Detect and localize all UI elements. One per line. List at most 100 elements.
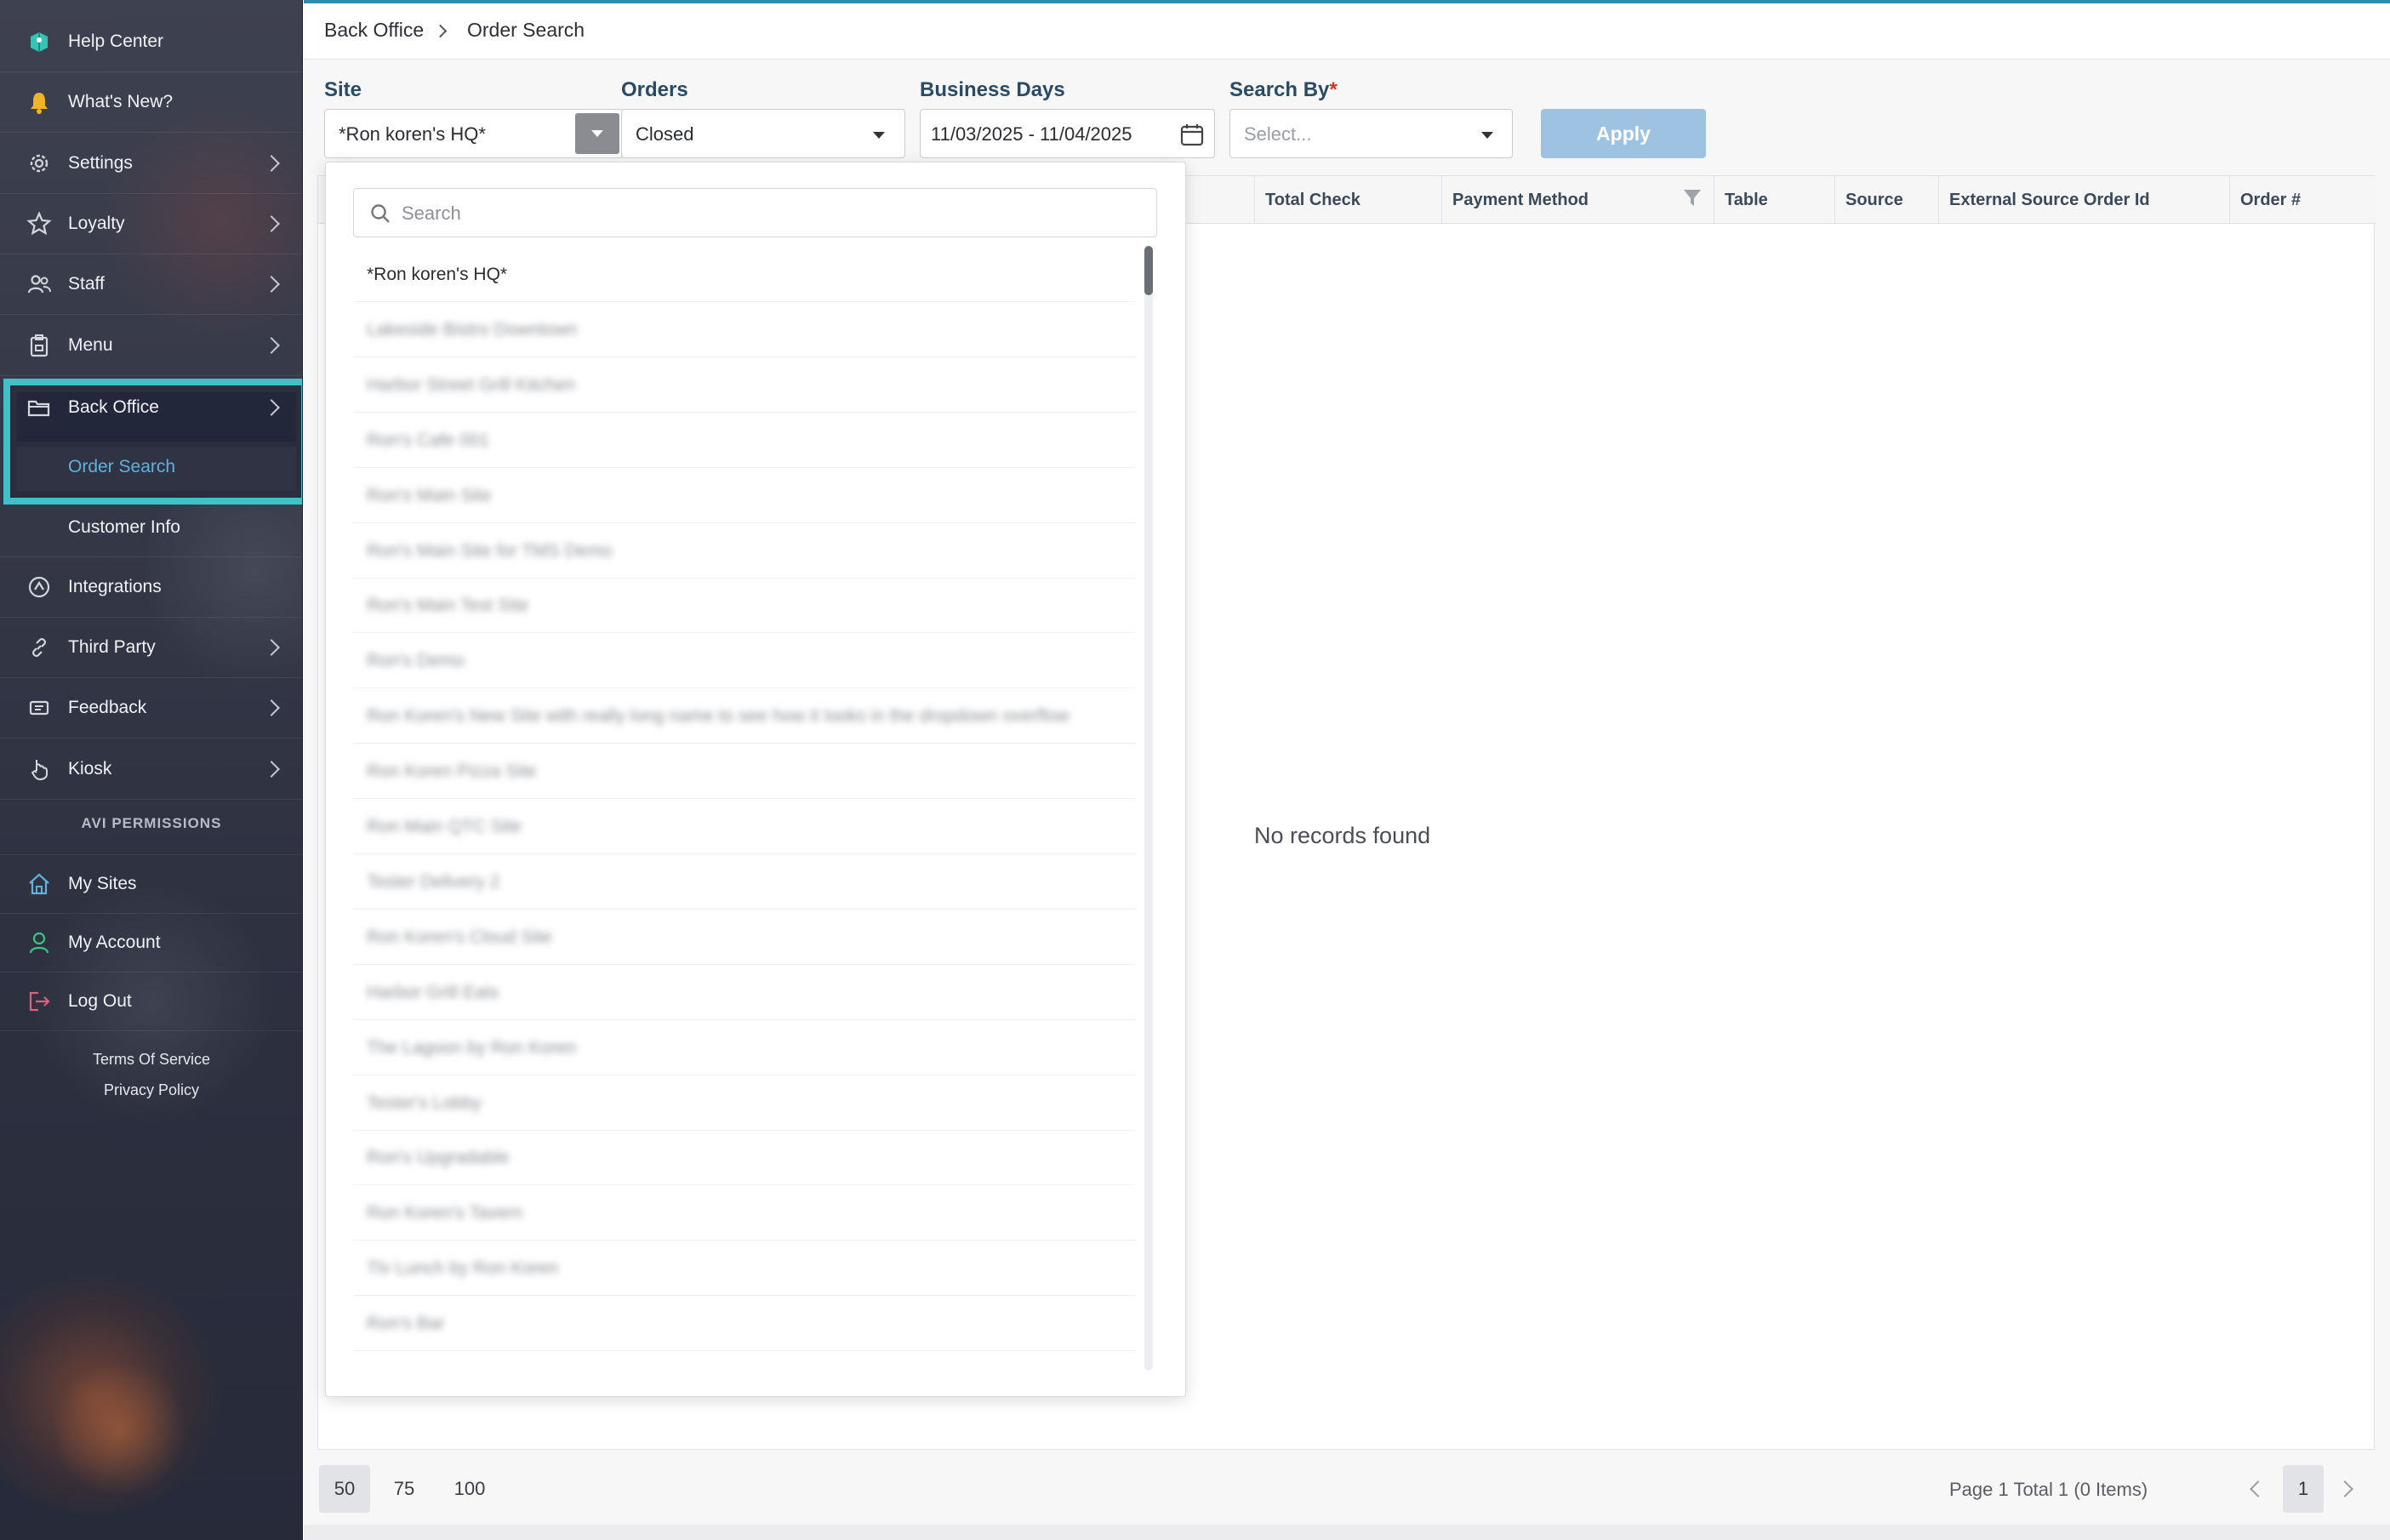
search-by-select[interactable]: Select...	[1229, 109, 1513, 158]
sidebar-item-my-sites[interactable]: My Sites	[0, 854, 302, 914]
sidebar-subitem-order-search[interactable]: Order Search	[0, 437, 302, 497]
menu-clipboard-icon	[26, 332, 53, 359]
site-option[interactable]: Ron's Main Site for TMS Demo	[353, 524, 1136, 579]
site-option[interactable]: Ron's Demo	[353, 634, 1136, 689]
site-search-input[interactable]	[402, 197, 1133, 230]
site-option[interactable]: Ron's Bar	[353, 1297, 1136, 1352]
page-number-button[interactable]: 1	[2283, 1465, 2324, 1513]
site-option[interactable]: Ron's Main Site	[353, 469, 1136, 523]
site-option-label: *Ron koren's HQ*	[367, 265, 508, 284]
site-option[interactable]: Ron Koren's New Site with really long na…	[353, 689, 1136, 744]
site-option[interactable]: Ron Koren's Tavern	[353, 1186, 1136, 1241]
column-header-payment-method[interactable]: Payment Method	[1441, 176, 1714, 224]
orders-filter-label: Orders	[621, 78, 688, 101]
sidebar-item-feedback[interactable]: Feedback	[0, 678, 302, 739]
site-dropdown-panel: *Ron koren's HQ* Lakeside Bistro Downtown…	[325, 162, 1186, 1397]
sidebar-item-label: Staff	[68, 274, 105, 294]
feedback-icon	[26, 694, 53, 722]
empty-state-text: No records found	[1254, 823, 1431, 848]
site-filter-label: Site	[324, 78, 362, 101]
site-option[interactable]: *Ron koren's HQ*	[353, 248, 1136, 302]
caret-down-icon	[1481, 132, 1493, 139]
sidebar-item-label: Kiosk	[68, 759, 112, 779]
column-header-total-check[interactable]: Total Check	[1254, 176, 1441, 224]
site-option[interactable]: The Lagoon by Ron Koren	[353, 1021, 1136, 1075]
sidebar-item-back-office[interactable]: Back Office	[0, 377, 302, 438]
column-header-external-source-order-id[interactable]: External Source Order Id	[1938, 176, 2229, 224]
sidebar-item-label: Loyalty	[68, 214, 125, 233]
sidebar-item-label: My Account	[68, 933, 161, 952]
caret-down-icon	[591, 130, 603, 137]
terms-of-service-link[interactable]: Terms Of Service	[0, 1051, 302, 1069]
privacy-policy-link[interactable]: Privacy Policy	[0, 1081, 302, 1099]
site-option[interactable]: Lakeside Bistro Downtown	[353, 303, 1136, 357]
sidebar-item-integrations[interactable]: Integrations	[0, 557, 302, 618]
sidebar-item-menu[interactable]: Menu	[0, 316, 302, 376]
site-option-label: Ron Koren Pizza Site	[367, 761, 537, 782]
sidebar-item-third-party[interactable]: Third Party	[0, 618, 302, 678]
site-option[interactable]: Ron Koren Pizza Site	[353, 744, 1136, 800]
site-dropdown-toggle[interactable]	[575, 113, 619, 154]
site-option-label: Tlv Lunch by Ron Koren	[367, 1258, 559, 1279]
site-option[interactable]: Harbor Grill Eats	[353, 966, 1136, 1020]
site-option-label: Ron's Bar	[367, 1314, 445, 1334]
sidebar-subitem-customer-info[interactable]: Customer Info	[0, 498, 302, 557]
sidebar-item-kiosk[interactable]: Kiosk	[0, 739, 302, 800]
site-option[interactable]: Tlv Lunch by Ron Koren	[353, 1241, 1136, 1297]
site-option[interactable]: Tester's Lobby	[353, 1076, 1136, 1131]
orders-select[interactable]: Closed	[621, 109, 905, 158]
column-header-order-number[interactable]: Order #	[2229, 176, 2376, 224]
filter-icon[interactable]	[1683, 188, 1702, 208]
site-option[interactable]: Ron's Upgradable	[353, 1131, 1136, 1186]
chevron-right-icon	[263, 639, 280, 656]
site-option[interactable]: Harbor Street Grill Kitchen	[353, 358, 1136, 413]
sidebar-subitem-label: Order Search	[68, 457, 176, 476]
site-option[interactable]: Ron Main QTC Site	[353, 800, 1136, 854]
breadcrumb-order-search: Order Search	[467, 19, 585, 41]
site-option-label: Ron's Main Test Site	[367, 596, 529, 616]
page-size-75[interactable]: 75	[379, 1465, 430, 1513]
search-icon	[369, 202, 391, 225]
page-info: Page 1 Total 1 (0 Items)	[1949, 1479, 2148, 1500]
page-size-100[interactable]: 100	[438, 1465, 501, 1513]
business-days-label: Business Days	[920, 78, 1065, 101]
site-option-label: Ron's Demo	[367, 651, 465, 671]
scrollbar-thumb[interactable]	[1144, 246, 1153, 295]
site-option[interactable]: Ron's Cafe 001	[353, 414, 1136, 468]
sidebar-background-art	[51, 1361, 187, 1497]
sidebar-item-label: Log Out	[68, 991, 132, 1011]
sidebar-item-help-center[interactable]: Help Center	[0, 12, 302, 72]
calendar-icon[interactable]	[1179, 122, 1205, 147]
sidebar-item-my-account[interactable]: My Account	[0, 914, 302, 972]
site-search-box[interactable]	[353, 188, 1157, 237]
integrations-icon	[26, 573, 53, 601]
hand-pointer-icon	[26, 756, 53, 783]
column-header-source[interactable]: Source	[1834, 176, 1938, 224]
site-option[interactable]: Tester Delivery 2	[353, 855, 1136, 910]
site-select[interactable]: *Ron koren's HQ*	[324, 109, 624, 158]
chevron-right-icon	[263, 337, 280, 354]
breadcrumb-back-office[interactable]: Back Office	[324, 19, 424, 42]
chevron-right-icon	[263, 215, 280, 232]
site-option-label: Ron Koren's New Site with really long na…	[367, 706, 1070, 727]
sidebar-item-log-out[interactable]: Log Out	[0, 972, 302, 1031]
chevron-left-icon[interactable]	[2250, 1480, 2267, 1497]
users-icon	[26, 271, 53, 298]
site-option[interactable]: Ron Koren's Cloud Site	[353, 910, 1136, 965]
sidebar-item-whats-new[interactable]: What's New?	[0, 72, 302, 133]
pagination-bar: 50 75 100 Page 1 Total 1 (0 Items) 1	[304, 1453, 2390, 1521]
business-days-date-range[interactable]: 11/03/2025 - 11/04/2025	[920, 109, 1215, 158]
chevron-right-icon[interactable]	[2336, 1480, 2353, 1497]
chevron-right-icon	[263, 699, 280, 716]
sidebar-item-settings[interactable]: Settings	[0, 134, 302, 194]
column-header-table[interactable]: Table	[1714, 176, 1834, 224]
orders-select-value: Closed	[636, 123, 694, 145]
sidebar-item-staff[interactable]: Staff	[0, 254, 302, 315]
page-size-50[interactable]: 50	[319, 1465, 370, 1513]
sidebar-item-loyalty[interactable]: Loyalty	[0, 194, 302, 254]
user-icon	[26, 929, 53, 956]
site-option[interactable]: Ron's Main Test Site	[353, 579, 1136, 634]
search-by-label: Search By*	[1229, 78, 1338, 102]
scrollbar-track[interactable]	[1144, 248, 1153, 1371]
apply-button[interactable]: Apply	[1541, 109, 1706, 158]
